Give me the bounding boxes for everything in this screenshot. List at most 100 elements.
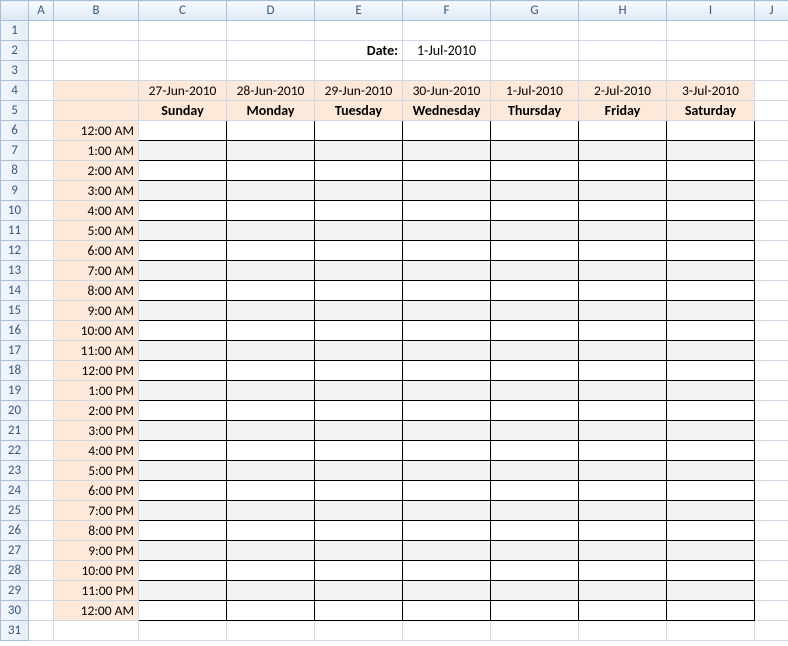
cell[interactable]: [579, 61, 667, 81]
schedule-cell[interactable]: [403, 201, 491, 221]
cell[interactable]: [755, 181, 788, 201]
cell[interactable]: [755, 581, 788, 601]
schedule-cell[interactable]: [227, 321, 315, 341]
row-header[interactable]: 9: [1, 181, 29, 201]
schedule-cell[interactable]: [403, 321, 491, 341]
schedule-cell[interactable]: [403, 481, 491, 501]
schedule-cell[interactable]: [139, 341, 227, 361]
time-label[interactable]: 12:00 AM: [54, 601, 139, 621]
cell[interactable]: [29, 581, 54, 601]
schedule-cell[interactable]: [491, 421, 579, 441]
schedule-cell[interactable]: [227, 141, 315, 161]
schedule-cell[interactable]: [491, 121, 579, 141]
schedule-cell[interactable]: [579, 501, 667, 521]
time-label[interactable]: 8:00 PM: [54, 521, 139, 541]
schedule-cell[interactable]: [315, 281, 403, 301]
schedule-cell[interactable]: [139, 601, 227, 621]
row-header[interactable]: 31: [1, 621, 29, 641]
cell[interactable]: [227, 621, 315, 641]
schedule-cell[interactable]: [667, 461, 755, 481]
schedule-cell[interactable]: [667, 221, 755, 241]
schedule-cell[interactable]: [491, 461, 579, 481]
schedule-cell[interactable]: [403, 561, 491, 581]
schedule-cell[interactable]: [579, 541, 667, 561]
schedule-cell[interactable]: [491, 501, 579, 521]
schedule-cell[interactable]: [139, 441, 227, 461]
cell[interactable]: [755, 21, 788, 41]
schedule-cell[interactable]: [315, 181, 403, 201]
schedule-cell[interactable]: [139, 421, 227, 441]
cell[interactable]: [227, 21, 315, 41]
schedule-cell[interactable]: [139, 221, 227, 241]
schedule-cell[interactable]: [315, 241, 403, 261]
schedule-cell[interactable]: [139, 161, 227, 181]
cell[interactable]: [29, 161, 54, 181]
row-header[interactable]: 5: [1, 101, 29, 121]
cell[interactable]: [755, 301, 788, 321]
cell[interactable]: [29, 81, 54, 101]
row-header[interactable]: 17: [1, 341, 29, 361]
col-header-C[interactable]: C: [139, 1, 227, 21]
schedule-cell[interactable]: [403, 121, 491, 141]
cell[interactable]: [667, 621, 755, 641]
schedule-cell[interactable]: [227, 381, 315, 401]
schedule-cell[interactable]: [667, 201, 755, 221]
cell[interactable]: [491, 61, 579, 81]
schedule-cell[interactable]: [579, 361, 667, 381]
row-header[interactable]: 24: [1, 481, 29, 501]
row-header[interactable]: 25: [1, 501, 29, 521]
cell[interactable]: [403, 621, 491, 641]
schedule-cell[interactable]: [491, 541, 579, 561]
schedule-cell[interactable]: [579, 381, 667, 401]
schedule-cell[interactable]: [667, 321, 755, 341]
schedule-cell[interactable]: [403, 541, 491, 561]
row-header[interactable]: 13: [1, 261, 29, 281]
schedule-cell[interactable]: [579, 461, 667, 481]
spreadsheet-canvas[interactable]: A B C D E F G H I J 1 2 Date: 1-Jul-2010…: [0, 0, 788, 646]
schedule-cell[interactable]: [491, 261, 579, 281]
schedule-cell[interactable]: [491, 141, 579, 161]
row-header[interactable]: 29: [1, 581, 29, 601]
cell[interactable]: [227, 41, 315, 61]
time-label[interactable]: 2:00 PM: [54, 401, 139, 421]
schedule-cell[interactable]: [227, 481, 315, 501]
cell[interactable]: [755, 481, 788, 501]
col-header-B[interactable]: B: [54, 1, 139, 21]
time-label[interactable]: 6:00 PM: [54, 481, 139, 501]
row-header[interactable]: 15: [1, 301, 29, 321]
schedule-cell[interactable]: [403, 461, 491, 481]
row-header[interactable]: 10: [1, 201, 29, 221]
schedule-cell[interactable]: [579, 181, 667, 201]
schedule-cell[interactable]: [403, 581, 491, 601]
row-header[interactable]: 20: [1, 401, 29, 421]
schedule-cell[interactable]: [667, 581, 755, 601]
cell[interactable]: [491, 621, 579, 641]
row-header[interactable]: 6: [1, 121, 29, 141]
schedule-cell[interactable]: [403, 181, 491, 201]
col-header-J[interactable]: J: [755, 1, 788, 21]
schedule-cell[interactable]: [139, 541, 227, 561]
day-name[interactable]: Monday: [227, 101, 315, 121]
schedule-cell[interactable]: [491, 361, 579, 381]
schedule-cell[interactable]: [403, 141, 491, 161]
schedule-cell[interactable]: [403, 421, 491, 441]
day-date[interactable]: 3-Jul-2010: [667, 81, 755, 101]
col-header-I[interactable]: I: [667, 1, 755, 21]
date-label-cell[interactable]: Date:: [315, 41, 403, 61]
row-header[interactable]: 19: [1, 381, 29, 401]
day-name[interactable]: Tuesday: [315, 101, 403, 121]
cell[interactable]: [755, 61, 788, 81]
schedule-cell[interactable]: [667, 381, 755, 401]
schedule-cell[interactable]: [227, 561, 315, 581]
cell[interactable]: [579, 621, 667, 641]
col-header-A[interactable]: A: [29, 1, 54, 21]
schedule-cell[interactable]: [403, 381, 491, 401]
schedule-cell[interactable]: [227, 501, 315, 521]
cell[interactable]: [29, 441, 54, 461]
schedule-cell[interactable]: [139, 501, 227, 521]
schedule-cell[interactable]: [315, 501, 403, 521]
cell[interactable]: [491, 41, 579, 61]
row-header[interactable]: 11: [1, 221, 29, 241]
schedule-cell[interactable]: [139, 181, 227, 201]
day-date[interactable]: 2-Jul-2010: [579, 81, 667, 101]
